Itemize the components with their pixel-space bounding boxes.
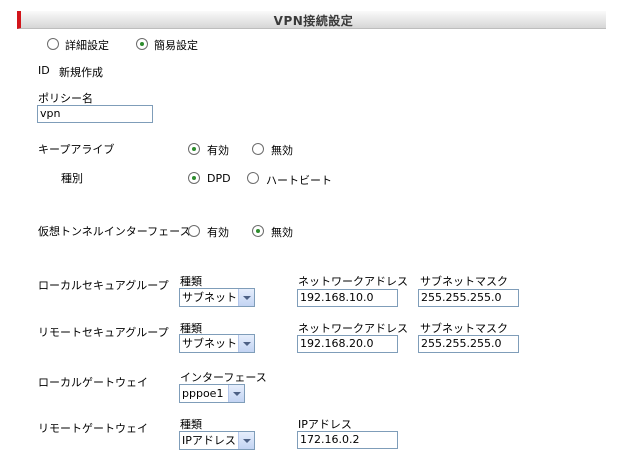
remote-group-network-label: ネットワークアドレス — [298, 322, 408, 335]
local-gateway-label: ローカルゲートウェイ — [38, 376, 148, 389]
remote-group-kind-select[interactable]: サブネット — [179, 334, 255, 353]
local-group-mask-input[interactable]: 255.255.255.0 — [418, 289, 519, 307]
type-dpd-radio[interactable] — [188, 172, 200, 184]
local-group-kind-label: 種類 — [180, 275, 202, 288]
remote-gateway-kind-label: 種類 — [180, 418, 202, 431]
remote-group-mask-input[interactable]: 255.255.255.0 — [418, 335, 519, 353]
keepalive-enabled-radio[interactable] — [188, 143, 200, 155]
remote-group-mask-label: サブネットマスク — [420, 322, 508, 335]
local-group-network-label: ネットワークアドレス — [298, 275, 408, 288]
remote-group-network-input[interactable]: 192.168.20.0 — [297, 335, 398, 353]
mode-detail-label: 詳細設定 — [65, 39, 109, 52]
chevron-down-icon[interactable] — [238, 432, 254, 449]
tunnel-enabled-label: 有効 — [207, 226, 229, 239]
page-title: VPN接続設定 — [273, 14, 354, 28]
tunnel-label: 仮想トンネルインターフェース — [38, 225, 191, 238]
chevron-down-icon[interactable] — [238, 335, 254, 352]
mode-simple-label: 簡易設定 — [154, 39, 198, 52]
chevron-down-icon[interactable] — [238, 289, 254, 306]
mode-simple-radio[interactable] — [136, 38, 148, 50]
remote-gateway-ip-label: IPアドレス — [298, 418, 352, 431]
local-group-kind-value: サブネット — [182, 291, 237, 304]
type-label: 種別 — [61, 172, 83, 185]
policy-name-input[interactable]: vpn — [37, 105, 153, 123]
local-group-kind-select[interactable]: サブネット — [179, 288, 255, 307]
id-value: 新規作成 — [59, 66, 103, 79]
local-group-label: ローカルセキュアグループ — [38, 279, 169, 292]
keepalive-enabled-label: 有効 — [207, 144, 229, 157]
remote-group-label: リモートセキュアグループ — [38, 326, 169, 339]
tunnel-enabled-radio[interactable] — [188, 225, 200, 237]
local-gateway-iface-value: pppoe1 — [182, 387, 224, 400]
tunnel-disabled-radio[interactable] — [252, 225, 264, 237]
mode-detail-radio[interactable] — [47, 38, 59, 50]
keepalive-disabled-radio[interactable] — [252, 143, 264, 155]
tunnel-disabled-label: 無効 — [271, 226, 293, 239]
keepalive-disabled-label: 無効 — [271, 144, 293, 157]
local-gateway-iface-label: インターフェース — [180, 371, 267, 384]
local-gateway-iface-select[interactable]: pppoe1 — [179, 384, 245, 403]
remote-gateway-kind-value: IPアドレス — [182, 434, 236, 447]
remote-gateway-ip-input[interactable]: 172.16.0.2 — [297, 431, 398, 449]
chevron-down-icon[interactable] — [228, 385, 244, 402]
local-group-network-input[interactable]: 192.168.10.0 — [297, 289, 398, 307]
local-group-mask-label: サブネットマスク — [420, 275, 508, 288]
remote-group-kind-value: サブネット — [182, 337, 237, 350]
id-label: ID — [38, 64, 50, 77]
remote-gateway-kind-select[interactable]: IPアドレス — [179, 431, 255, 450]
type-heartbeat-radio[interactable] — [247, 172, 259, 184]
remote-gateway-label: リモートゲートウェイ — [38, 422, 148, 435]
policy-name-label: ポリシー名 — [38, 92, 93, 105]
type-heartbeat-label: ハートビート — [266, 174, 332, 187]
type-dpd-label: DPD — [207, 172, 231, 185]
section-title-bar: VPN接続設定 — [17, 11, 606, 29]
keepalive-label: キープアライブ — [38, 143, 115, 156]
